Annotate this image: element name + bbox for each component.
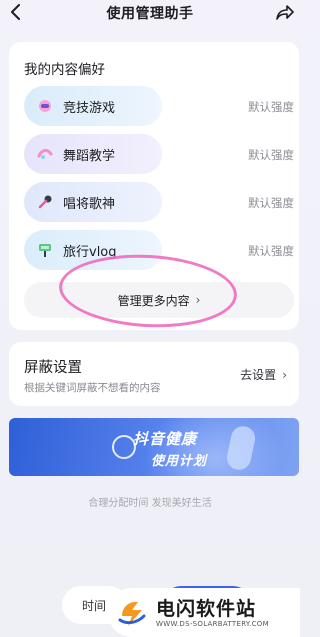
interest-label: 舞蹈教学 (63, 148, 116, 164)
dance-icon (36, 145, 54, 163)
game-icon (36, 97, 54, 115)
interest-strength[interactable]: 默认强度 (248, 147, 294, 163)
travel-icon (36, 241, 54, 259)
share-arrow-icon (276, 5, 294, 20)
interest-label: 竞技游戏 (63, 100, 116, 116)
interest-strength[interactable]: 默认强度 (248, 99, 294, 115)
watermark-url: WWW.DS-SOLARBATTERY.COM (156, 619, 269, 628)
go-settings-label: 去设置 (240, 368, 277, 382)
block-settings-title: 屏蔽设置 (24, 360, 82, 376)
interest-pill[interactable]: 舞蹈教学 (24, 134, 162, 174)
banner-subtitle: 使用计划 (151, 454, 208, 469)
interest-strength[interactable]: 默认强度 (248, 243, 294, 259)
chevron-right-icon: › (282, 367, 287, 382)
interest-row-dance[interactable]: 舞蹈教学 默认强度 (24, 134, 294, 174)
block-settings-card[interactable]: 屏蔽设置 根据关键词屏蔽不想看的内容 去设置 › (9, 342, 299, 406)
interest-row-singing[interactable]: 唱将歌神 默认强度 (24, 182, 294, 222)
time-button-label: 时间 (82, 598, 107, 613)
lightning-logo-icon (118, 601, 146, 626)
interest-row-game[interactable]: 竞技游戏 默认强度 (24, 86, 294, 126)
section-title: 我的内容偏好 (24, 62, 105, 78)
block-settings-description: 根据关键词屏蔽不想看的内容 (24, 382, 161, 394)
footer-slogan: 合理分配时间 发现美好生活 (88, 498, 212, 509)
interest-pill[interactable]: 竞技游戏 (24, 86, 162, 126)
header: 使用管理助手 (0, 0, 300, 30)
page-title: 使用管理助手 (106, 6, 194, 22)
microphone-icon (36, 193, 54, 211)
watermark: 电闪软件站 WWW.DS-SOLARBATTERY.COM (108, 588, 300, 637)
interest-strength[interactable]: 默认强度 (248, 195, 294, 211)
interest-pill[interactable]: 唱将歌神 (24, 182, 162, 222)
interest-label: 唱将歌神 (63, 196, 116, 212)
health-plan-banner[interactable]: 抖音健康 使用计划 (9, 418, 299, 476)
watermark-title: 电闪软件站 (156, 597, 257, 620)
go-settings-link[interactable]: 去设置 › (240, 366, 287, 383)
share-button[interactable] (274, 1, 296, 23)
banner-title: 抖音健康 (133, 430, 198, 448)
